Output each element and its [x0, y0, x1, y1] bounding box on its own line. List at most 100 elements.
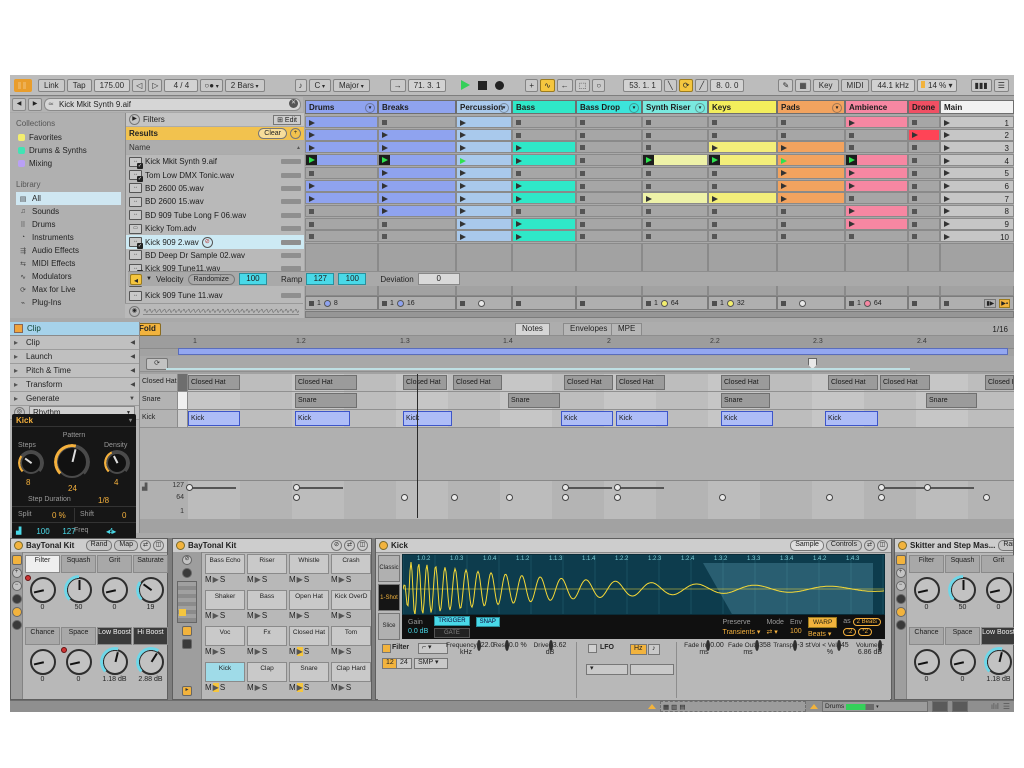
filters-row[interactable]: ▶Filters⊞ Edit: [126, 113, 304, 127]
overview-toggle[interactable]: [994, 79, 1009, 92]
clip-play-icon[interactable]: [382, 183, 388, 189]
macro-filter[interactable]: Filter0: [25, 555, 60, 611]
pad-name[interactable]: Voc: [205, 626, 245, 646]
clip-slot[interactable]: [908, 205, 940, 217]
side-strip-icon[interactable]: [12, 594, 22, 604]
name-column-header[interactable]: Name▲: [126, 141, 304, 155]
side-strip-icon[interactable]: +: [896, 568, 906, 578]
preview-loop-icon[interactable]: ⊘: [202, 237, 213, 248]
clip-slot[interactable]: [845, 116, 908, 128]
macro-knob[interactable]: [66, 649, 92, 675]
time-signature-display[interactable]: 4 / 4: [164, 79, 198, 92]
save-preset-icon[interactable]: ◫: [357, 540, 368, 551]
file-row[interactable]: ▭Kicky Tom.adv: [126, 222, 304, 235]
device-on-led[interactable]: [14, 541, 23, 550]
pad-name[interactable]: Bass Echo: [205, 554, 245, 574]
note-row-area[interactable]: KickKickKickKickKickKickKick: [188, 410, 1014, 427]
back-to-arrangement-icon[interactable]: ▮▶: [984, 299, 996, 308]
quantization-menu[interactable]: 2 Bars: [225, 79, 265, 92]
clip-slot[interactable]: [908, 167, 940, 179]
save-preset-icon[interactable]: ◫: [877, 540, 888, 551]
clip-play-icon[interactable]: [912, 132, 918, 138]
clip-slot[interactable]: [576, 218, 642, 230]
clip-play-icon[interactable]: [516, 234, 522, 240]
clip-play-icon[interactable]: [382, 145, 388, 151]
gate-button[interactable]: GATE: [434, 628, 469, 638]
lane-menu-icon[interactable]: ▼: [146, 276, 152, 282]
clip-slot[interactable]: [708, 167, 777, 179]
scene-slot[interactable]: 4: [940, 154, 1014, 166]
deviation-value[interactable]: 0: [418, 273, 460, 285]
loop-button[interactable]: [679, 79, 694, 92]
track-menu-icon[interactable]: ▾: [365, 103, 375, 113]
sort-icon[interactable]: ▲: [296, 145, 301, 151]
clip-slot[interactable]: [305, 167, 378, 179]
density-knob[interactable]: [106, 452, 128, 474]
clip-slot[interactable]: [576, 154, 642, 166]
pad-solo-button[interactable]: S: [304, 647, 309, 656]
track-menu-icon[interactable]: ▾: [499, 103, 509, 113]
clip-slot[interactable]: [456, 129, 512, 141]
shift-value[interactable]: 0: [122, 511, 126, 520]
clip-slot[interactable]: [908, 129, 940, 141]
drum-pad-riser[interactable]: RiserM▶S: [247, 554, 287, 584]
pad-solo-button[interactable]: S: [220, 683, 225, 692]
lfo-sync-button[interactable]: ♪: [648, 644, 660, 655]
track-header-main[interactable]: Main: [940, 100, 1014, 114]
track-menu-icon[interactable]: ▾: [629, 103, 639, 113]
tab-notes[interactable]: Notes: [515, 323, 550, 336]
pad-solo-button[interactable]: S: [220, 611, 225, 620]
lfo-shape-menu[interactable]: ▾: [586, 664, 628, 675]
pad-play-button[interactable]: ▶: [213, 611, 219, 620]
clip-play-icon[interactable]: [460, 196, 466, 202]
sidebar-collection-drums-synths[interactable]: Drums & Synths: [16, 144, 125, 157]
file-row[interactable]: ↔BD 2600 05.wav: [126, 182, 304, 195]
macro-knob[interactable]: [102, 577, 128, 603]
pad-play-button[interactable]: ▶: [297, 647, 303, 656]
clip-play-icon[interactable]: [781, 145, 787, 151]
midi-note[interactable]: Kick: [188, 411, 240, 426]
loop-mode-menu[interactable]: ⇄ ▾: [766, 628, 784, 636]
side-strip-icon[interactable]: [896, 620, 906, 630]
scene-slot[interactable]: 9: [940, 218, 1014, 230]
velocity-marker[interactable]: [451, 494, 458, 501]
rack-chain-icon[interactable]: [182, 639, 192, 649]
file-row[interactable]: ↔BD Deep Dr Sample 02.wav: [126, 249, 304, 262]
macro-knob[interactable]: [102, 649, 128, 675]
clip-slot[interactable]: [576, 180, 642, 192]
warp-as-button[interactable]: 2 Beats: [853, 618, 881, 626]
sidebar-item-sounds[interactable]: ♫Sounds: [16, 205, 125, 218]
expand-icon[interactable]: ⊘: [331, 540, 342, 551]
track-header-breaks[interactable]: Breaks: [378, 100, 456, 114]
clip-play-icon[interactable]: [460, 120, 466, 126]
macro-knob[interactable]: [914, 649, 940, 675]
track-menu-icon[interactable]: ▾: [695, 103, 705, 113]
drum-pad-kick-overd[interactable]: Kick OverDM▶S: [331, 590, 371, 620]
tap-tempo-button[interactable]: Tap: [67, 79, 92, 92]
midi-note[interactable]: Closed Hat: [564, 375, 613, 390]
stop-all-clips-button[interactable]: [944, 301, 949, 306]
clip-slot[interactable]: [456, 116, 512, 128]
clip-slot[interactable]: [378, 154, 456, 166]
clip-play-icon[interactable]: [460, 183, 466, 189]
scene-slot[interactable]: 3: [940, 141, 1014, 153]
clip-slot[interactable]: [512, 129, 576, 141]
macro-knob[interactable]: [30, 649, 56, 675]
midi-note[interactable]: Kick: [403, 411, 452, 426]
clip-slot[interactable]: [777, 218, 845, 230]
drum-pad-clap[interactable]: ClapM▶S: [247, 662, 287, 692]
clip-slot[interactable]: [845, 218, 908, 230]
stop-button[interactable]: [478, 81, 487, 90]
clip-play-icon[interactable]: [460, 221, 466, 227]
track-selector-toggle[interactable]: [810, 704, 818, 709]
macro-knob[interactable]: [914, 577, 940, 603]
trigger-button[interactable]: TRIGGER: [434, 616, 469, 626]
side-strip-icon[interactable]: +: [12, 568, 22, 578]
macro-grit[interactable]: Grit0: [97, 555, 132, 611]
clip-slot[interactable]: [642, 167, 708, 179]
pad-mute-button[interactable]: M: [289, 575, 296, 584]
velocity-marker[interactable]: [924, 484, 931, 491]
warp-mode-menu[interactable]: Beats ▾: [808, 630, 837, 638]
filter-slope-24[interactable]: 24: [396, 658, 412, 669]
midi-note[interactable]: Snare: [926, 393, 977, 408]
